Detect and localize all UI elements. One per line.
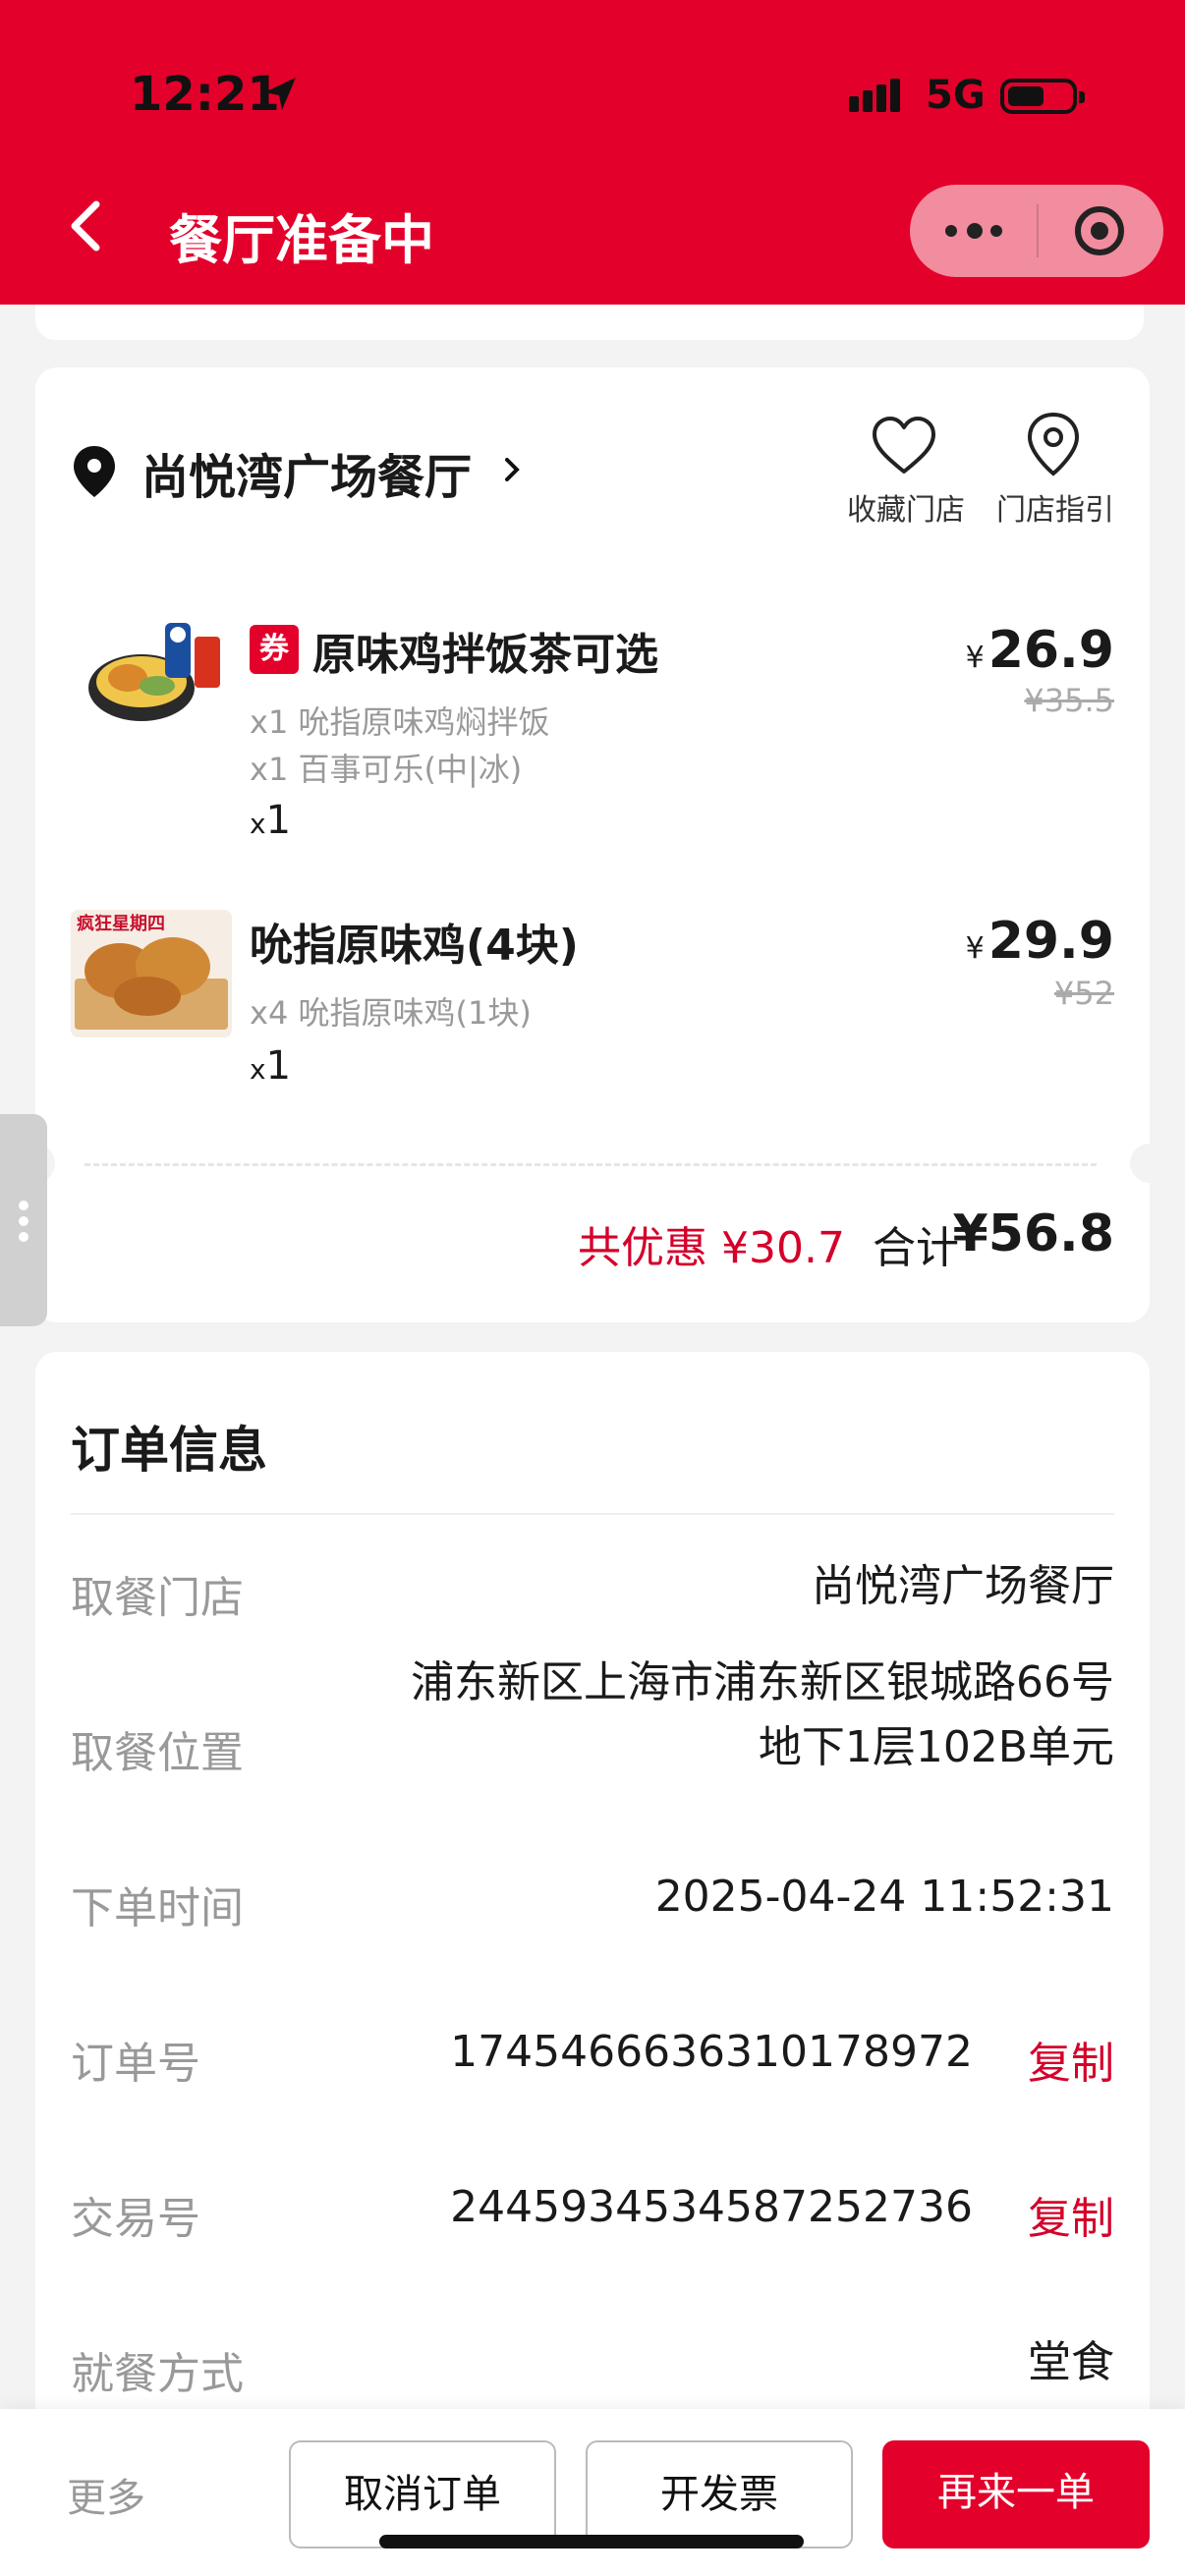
location-pin-icon [74,446,115,497]
capsule-divider [1037,204,1039,257]
miniapp-capsule [910,185,1163,277]
total-label: 合计 [873,1223,959,1273]
network-label: 5G [926,73,986,118]
item-quantity: x1 [250,798,292,843]
order-time-label: 下单时间 [71,1883,244,1933]
map-pin-icon[interactable] [1024,411,1083,477]
item-image-chicken: 疯狂星期四 [71,910,232,1037]
order-time-value: 2025-04-24 11:52:31 [654,1872,1114,1922]
order-info-card: 订单信息 取餐门店 尚悦湾广场餐厅 取餐位置 浦东新区上海市浦东新区银城路66号… [35,1352,1150,2576]
copy-order-number-button[interactable]: 复制 [1028,2028,1114,2091]
pickup-location-label: 取餐位置 [71,1728,244,1778]
store-order-card: 尚悦湾广场餐厅 收藏门店 门店指引 券 原味鸡拌饭茶可选 x1 吮指原味鸡焖拌饭… [16,367,1169,1322]
item-image-rice-combo [81,603,228,731]
pickup-location-line2: 地下1层102B单元 [758,1722,1114,1772]
more-button[interactable]: 更多 [67,2466,145,2523]
dashed-divider [85,1163,1097,1166]
discount-total: 共优惠 ¥30.7 [578,1223,845,1273]
store-guide-label[interactable]: 门店指引 [996,485,1114,529]
item-price: ¥26.9 [965,621,1114,680]
copy-transaction-number-button[interactable]: 复制 [1028,2183,1114,2246]
item-name: 吮指原味鸡(4块) [250,921,579,971]
home-indicator [379,2535,804,2548]
store-name[interactable]: 尚悦湾广场餐厅 [141,438,472,507]
item-quantity: x1 [250,1043,292,1089]
item-detail: x4 吮指原味鸡(1块) [250,994,532,1032]
order-number-value: 1745466636310178972 [450,2027,973,2077]
svg-text:疯狂星期四: 疯狂星期四 [77,913,165,934]
back-button[interactable] [59,196,118,255]
item-detail: x1 百事可乐(中|冰) [250,751,523,788]
transaction-number-value: 2445934534587252736 [450,2182,973,2232]
item-original-price: ¥35.5 [1024,682,1114,719]
header-bar: 12:21 5G 餐厅准备中 [0,0,1185,305]
dining-mode-value: 堂食 [1028,2337,1114,2387]
status-time: 12:21 [130,67,280,122]
order-number-label: 订单号 [71,2039,200,2089]
more-dots-icon[interactable] [945,222,1004,240]
dining-mode-label: 就餐方式 [71,2349,244,2399]
page-title: 餐厅准备中 [169,209,434,271]
invoice-button[interactable]: 开发票 [586,2440,853,2548]
card-remnant [35,305,1144,340]
item-detail: x1 吮指原味鸡焖拌饭 [250,703,550,741]
close-miniapp-icon[interactable] [1075,206,1124,255]
pickup-store-value: 尚悦湾广场餐厅 [812,1561,1114,1611]
pickup-location-line1: 浦东新区上海市浦东新区银城路66号 [411,1657,1114,1708]
cancel-order-button[interactable]: 取消订单 [289,2440,556,2548]
section-title: 订单信息 [71,1422,267,1479]
total-amount: ¥56.8 [952,1204,1114,1263]
battery-icon [1000,79,1085,114]
item-original-price: ¥52 [1053,975,1114,1012]
item-name: 原味鸡拌饭茶可选 [312,630,658,680]
reorder-button[interactable]: 再来一单 [882,2440,1150,2548]
transaction-number-label: 交易号 [71,2194,200,2244]
heart-icon[interactable] [871,415,937,477]
side-float-tab[interactable] [0,1114,47,1326]
section-divider [71,1513,1114,1515]
chevron-right-icon[interactable] [497,452,527,487]
coupon-badge: 券 [250,625,299,674]
location-arrow-icon [264,78,296,110]
pickup-store-label: 取餐门店 [71,1573,244,1623]
bottom-action-bar: 更多 取消订单 开发票 再来一单 [0,2409,1185,2576]
ticket-notch-right [1130,1144,1169,1183]
item-price: ¥29.9 [965,912,1114,971]
favorite-store-label[interactable]: 收藏门店 [847,485,965,529]
